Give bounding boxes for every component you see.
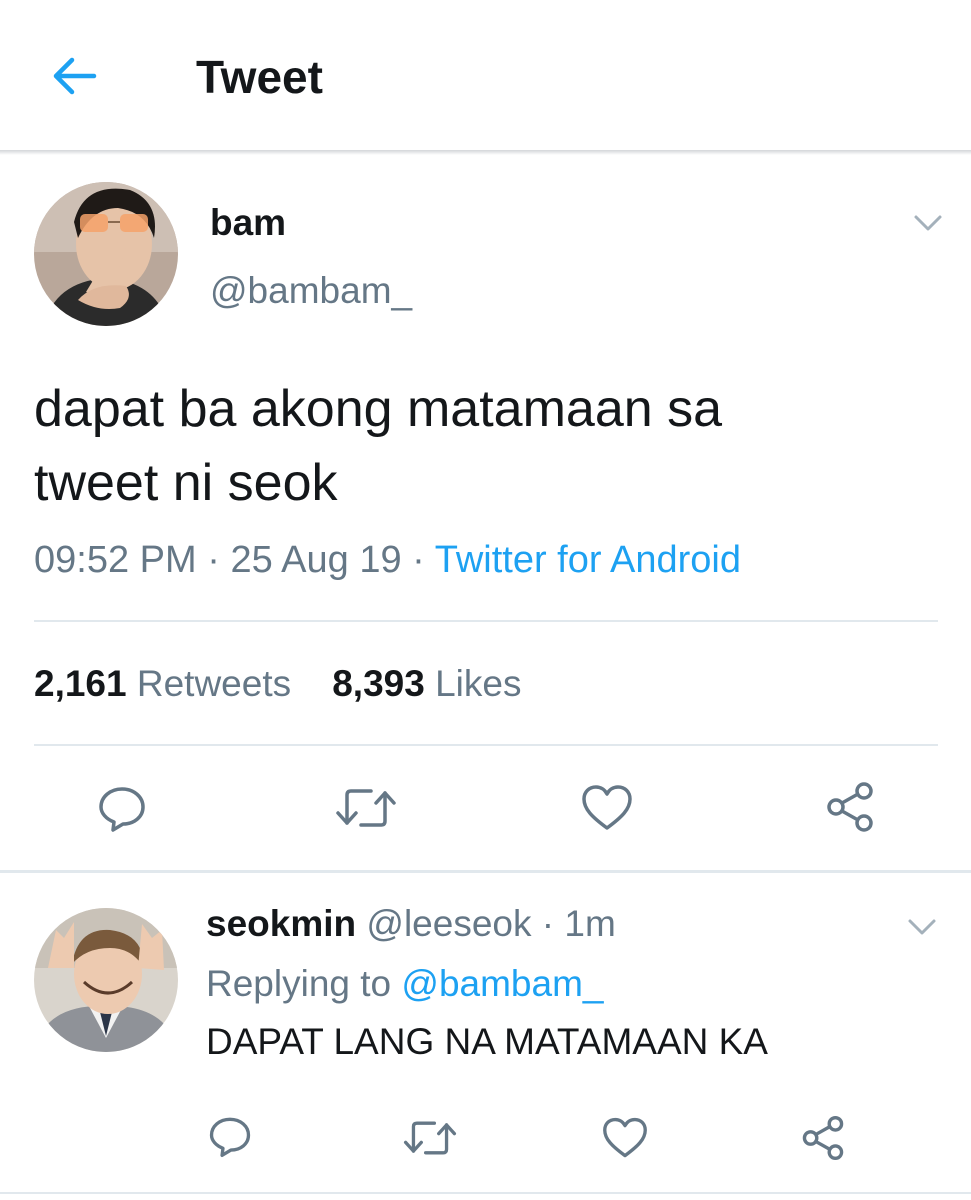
reply-display-name[interactable]: seokmin (206, 903, 356, 944)
likes-stat[interactable]: 8,393 Likes (332, 663, 521, 704)
likes-count: 8,393 (332, 663, 425, 704)
header-divider (0, 150, 971, 155)
tweet-date: 25 Aug 19 (230, 539, 402, 581)
like-icon (603, 1117, 647, 1158)
back-button[interactable] (50, 54, 100, 98)
retweet-button[interactable] (334, 780, 398, 836)
reply-avatar[interactable] (34, 908, 178, 1052)
share-icon (802, 1115, 844, 1161)
reply-avatar-photo (34, 908, 178, 1052)
divider (34, 744, 938, 746)
replying-to: Replying to @bambam_ (206, 960, 603, 1008)
likes-label: Likes (435, 663, 522, 704)
chevron-down-icon[interactable] (912, 212, 944, 234)
reply-separator: · (541, 903, 555, 944)
chevron-down-icon[interactable] (906, 916, 938, 938)
retweet-icon (403, 1121, 457, 1155)
tweet-text: dapat ba akong matamaan sa tweet ni seok (34, 372, 934, 520)
reply-text: DAPAT LANG NA MATAMAAN KA (206, 1021, 768, 1062)
tweet-text-line: dapat ba akong matamaan sa (34, 380, 723, 438)
avatar[interactable] (34, 182, 178, 326)
reply-button[interactable] (206, 1112, 254, 1160)
retweet-button[interactable] (402, 1114, 458, 1162)
retweets-count: 2,161 (34, 663, 127, 704)
avatar-photo (34, 182, 178, 326)
page-title: Tweet (196, 51, 323, 103)
share-button[interactable] (798, 1112, 848, 1164)
like-button[interactable] (600, 1114, 650, 1162)
tweet-meta: 09:52 PM · 25 Aug 19 · Twitter for Andro… (34, 536, 741, 584)
reply-header: seokmin @leeseok · 1m (206, 900, 616, 948)
tweet-source-link[interactable]: Twitter for Android (435, 539, 741, 581)
reply-handle[interactable]: @leeseok (366, 903, 531, 944)
reply-icon (99, 787, 145, 832)
retweets-label: Retweets (136, 663, 292, 704)
section-divider (0, 870, 971, 873)
divider (34, 620, 938, 622)
like-icon (582, 785, 632, 830)
reply-icon (209, 1117, 251, 1158)
reply-time: 1m (564, 903, 616, 944)
top-bar: Tweet (0, 0, 971, 152)
divider (0, 1192, 971, 1194)
replying-to-label: Replying to (206, 963, 392, 1004)
retweets-stat[interactable]: 2,161 Retweets (34, 663, 291, 704)
reply-button[interactable] (94, 780, 150, 836)
meta-separator: · (207, 539, 220, 581)
retweet-icon (336, 789, 396, 827)
share-button[interactable] (822, 778, 878, 836)
tweet-stats: 2,161 Retweets 8,393 Likes (34, 660, 522, 708)
display-name[interactable]: bam (210, 200, 286, 246)
tweet-text-line: tweet ni seok (34, 454, 338, 512)
arrow-left-icon (53, 57, 97, 95)
user-handle[interactable]: @bambam_ (210, 268, 412, 314)
meta-separator: · (412, 539, 425, 581)
tweet-time: 09:52 PM (34, 539, 197, 581)
share-icon (827, 782, 873, 832)
replying-to-mention[interactable]: @bambam_ (401, 963, 603, 1004)
like-button[interactable] (578, 780, 636, 836)
